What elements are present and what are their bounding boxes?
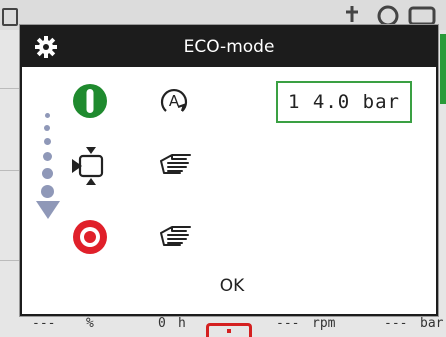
status-value-bar: --- bbox=[384, 316, 408, 331]
status-value-hours: 0 bbox=[158, 316, 166, 331]
valve-icon[interactable] bbox=[70, 145, 112, 187]
warning-icon bbox=[206, 323, 252, 337]
dialog-title: ECO-mode bbox=[183, 37, 275, 57]
power-on-icon[interactable] bbox=[72, 83, 108, 119]
status-value-rpm: --- bbox=[276, 316, 300, 331]
status-unit-rpm: rpm bbox=[312, 316, 336, 331]
ok-button[interactable]: OK bbox=[172, 267, 292, 305]
automatic-mode-icon[interactable]: A bbox=[158, 85, 190, 117]
manual-hand-icon[interactable] bbox=[158, 151, 196, 177]
manual-hand-icon[interactable] bbox=[158, 223, 196, 249]
svg-text:A: A bbox=[169, 92, 180, 110]
background-status-strip bbox=[440, 34, 446, 104]
status-value-percent: --- bbox=[32, 316, 56, 331]
mode-progression-indicator bbox=[36, 113, 60, 223]
pressure-value-field[interactable]: 1 4.0 bar bbox=[276, 81, 412, 123]
status-unit-percent: % bbox=[86, 316, 94, 331]
dialog-header: ECO-mode bbox=[22, 27, 436, 67]
power-off-icon[interactable] bbox=[72, 219, 108, 255]
background-left-panel bbox=[0, 30, 20, 320]
status-unit-bar: bar bbox=[420, 316, 444, 331]
eco-mode-dialog: ECO-mode A 1 4.0 bar OK bbox=[20, 25, 438, 316]
status-unit-hours: h bbox=[178, 316, 186, 331]
arrow-down-icon bbox=[36, 201, 60, 219]
window-icon bbox=[2, 8, 18, 26]
